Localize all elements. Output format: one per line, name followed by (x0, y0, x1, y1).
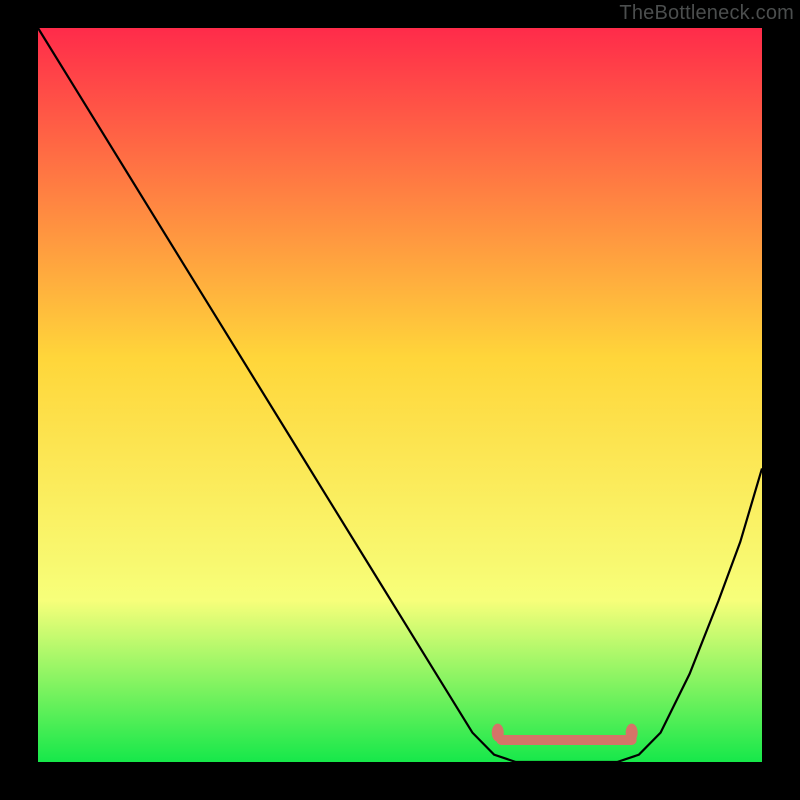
optimum-dot (492, 724, 504, 742)
chart-frame: TheBottleneck.com (0, 0, 800, 800)
chart-canvas (0, 0, 800, 800)
watermark-text: TheBottleneck.com (619, 2, 794, 25)
plot-background (38, 28, 762, 762)
optimum-dot (626, 724, 638, 742)
